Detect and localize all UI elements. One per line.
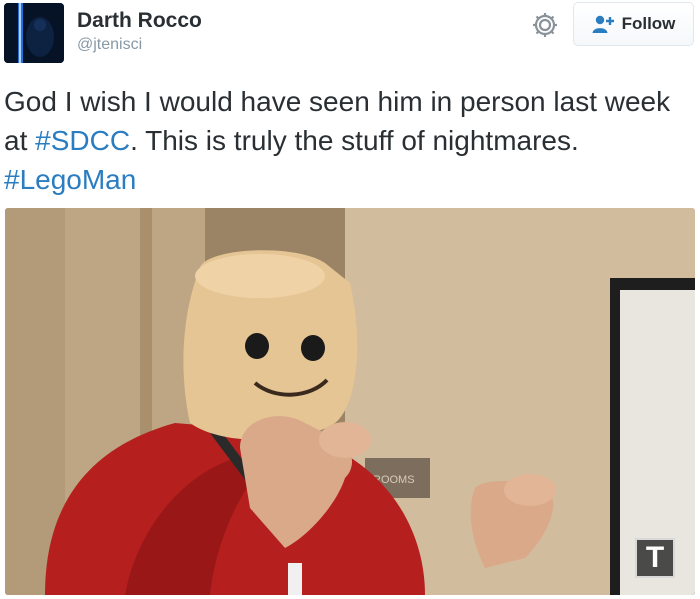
follow-label: Follow bbox=[621, 14, 676, 33]
gear-icon[interactable] bbox=[530, 10, 560, 40]
follow-button[interactable]: Follow bbox=[573, 2, 694, 46]
hashtag-link[interactable]: #LegoMan bbox=[4, 164, 136, 195]
tweet-card: Darth Rocco @jtenisci Follow God I wish … bbox=[0, 0, 700, 599]
add-user-icon bbox=[592, 15, 614, 33]
tweet-text: God I wish I would have seen him in pers… bbox=[4, 82, 694, 199]
watermark-logo: T bbox=[635, 538, 675, 578]
tweet-photo[interactable]: ROOMS bbox=[5, 208, 695, 595]
user-handle[interactable]: @jtenisci bbox=[77, 36, 142, 54]
display-name[interactable]: Darth Rocco bbox=[77, 9, 202, 33]
hashtag-link[interactable]: #SDCC bbox=[35, 125, 130, 156]
avatar[interactable] bbox=[4, 3, 64, 63]
tweet-text-segment: . This is truly the stuff of nightmares. bbox=[130, 125, 579, 156]
